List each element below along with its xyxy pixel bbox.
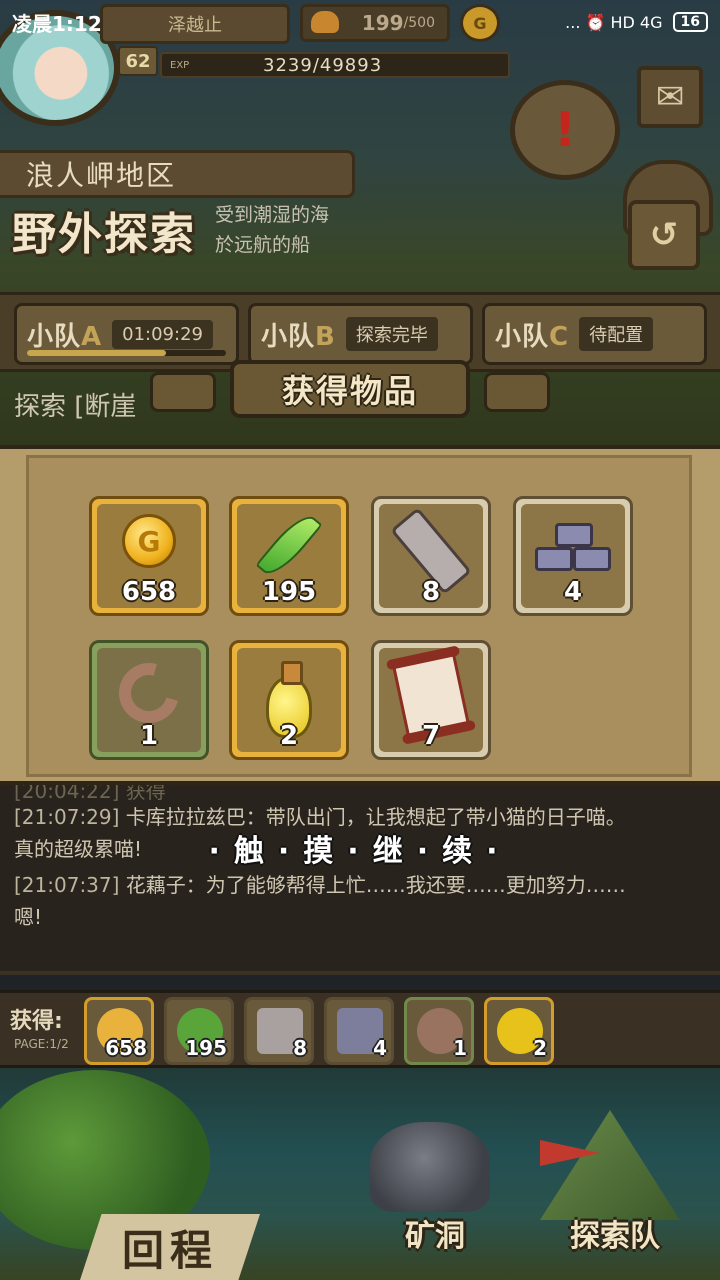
reward-item-bricks[interactable]: 4 (513, 496, 633, 616)
reward-popup[interactable]: G 658 195 8 4 1 2 7 (0, 445, 720, 785)
quest-scroll-icon[interactable]: ! (510, 80, 620, 180)
reward-item-gold[interactable]: G 658 (89, 496, 209, 616)
team-a-button[interactable]: 小队A 01:09:29 (14, 303, 239, 365)
reward-item-potion[interactable]: 2 (229, 640, 349, 760)
touch-to-continue[interactable]: ·触·摸·继·续· (0, 826, 720, 870)
obtained-page: PAGE:1/2 (14, 1037, 69, 1051)
team-c-status: 待配置 (579, 317, 654, 351)
team-b-status: 探索完毕 (345, 317, 438, 351)
team-a-status: 01:09:29 (112, 319, 213, 349)
obtained-count: 1 (453, 1036, 467, 1060)
team-b-name: 小队B (261, 321, 336, 352)
exp-tag: EXP (170, 59, 190, 71)
reward-item-feather[interactable]: 195 (229, 496, 349, 616)
obtained-count: 658 (105, 1036, 147, 1060)
obtained-item-feather[interactable]: 195 (164, 997, 234, 1065)
battery-icon: 16 (672, 12, 708, 32)
quest-exclamation: ! (554, 102, 576, 158)
obtained-item-bricks[interactable]: 4 (324, 997, 394, 1065)
mail-icon[interactable]: ✉ (637, 66, 703, 128)
log-line: [21:07:37] 花藕子：为了能够帮得上忙……我还要……更加努力…… (14, 873, 626, 897)
reward-grid: G 658 195 8 4 1 2 7 (26, 455, 692, 777)
explore-team-button[interactable]: 探索队 (540, 1208, 690, 1258)
region-desc-line2: 於远航的船 (215, 234, 311, 256)
stone-bricks-icon (535, 523, 611, 573)
obtained-count: 2 (533, 1036, 547, 1060)
mine-button[interactable]: 矿洞 (380, 1208, 490, 1258)
obtained-items-bar: 获得: PAGE:1/2 658 195 8 4 1 2 (0, 990, 720, 1068)
region-desc-line1: 受到潮湿的海 (215, 204, 330, 226)
reward-count: 1 (139, 721, 159, 751)
reward-item-scroll[interactable]: 7 (371, 640, 491, 760)
reward-count: 2 (279, 721, 299, 751)
status-time: 凌晨1:12 (12, 11, 102, 36)
reward-count: 4 (563, 577, 583, 607)
reward-count: 658 (121, 577, 177, 607)
reward-item-horn[interactable]: 1 (89, 640, 209, 760)
return-button[interactable]: 回程 (80, 1214, 260, 1280)
log-line: 嗯! (14, 905, 43, 929)
back-arrow-icon[interactable]: ↺ (628, 200, 700, 270)
green-feather-icon (255, 508, 323, 582)
reward-popup-header: 获得物品 (230, 360, 470, 418)
region-description: 受到潮湿的海 於远航的船 (215, 200, 515, 260)
team-b-button[interactable]: 小队B 探索完毕 (248, 303, 473, 365)
return-label: 回程 (121, 1225, 218, 1275)
team-a-progress (27, 350, 226, 356)
player-level: 62 (118, 46, 158, 76)
obtained-item-horn[interactable]: 1 (404, 997, 474, 1065)
popup-tab-left (150, 372, 216, 412)
status-icons: ... ⏰ HD 4G (565, 12, 663, 32)
obtained-label: 获得: (10, 1009, 63, 1034)
exp-bar: EXP 3239/49893 (160, 52, 510, 78)
obtained-item-slab[interactable]: 8 (244, 997, 314, 1065)
reward-count: 7 (421, 721, 441, 751)
reward-popup-title: 获得物品 (281, 372, 418, 410)
explore-target: 探索 [断崖 (14, 392, 137, 422)
team-c-button[interactable]: 小队C 待配置 (482, 303, 707, 365)
reward-count: 8 (421, 577, 441, 607)
reward-count: 195 (261, 577, 317, 607)
obtained-count: 4 (373, 1036, 387, 1060)
team-c-name: 小队C (495, 321, 570, 352)
exp-value: 3239/49893 (263, 54, 383, 76)
obtained-count: 195 (185, 1036, 227, 1060)
obtained-item-gold[interactable]: 658 (84, 997, 154, 1065)
status-bar: 凌晨1:12 ... ⏰ HD 4G 16 (0, 0, 720, 44)
obtained-item-potion[interactable]: 2 (484, 997, 554, 1065)
obtained-count: 8 (293, 1036, 307, 1060)
reward-item-slab[interactable]: 8 (371, 496, 491, 616)
gold-coin-icon: G (122, 514, 176, 568)
page-title: 野外探索 (12, 209, 196, 260)
region-name: 浪人岬地区 (0, 150, 355, 198)
exploration-log: [20:04:22] 获得 [21:07:29] 卡库拉拉兹巴：带队出门，让我想… (0, 779, 720, 975)
team-a-name: 小队A (27, 321, 103, 352)
mine-rocks-icon[interactable] (370, 1122, 490, 1212)
popup-tab-right (484, 372, 550, 412)
